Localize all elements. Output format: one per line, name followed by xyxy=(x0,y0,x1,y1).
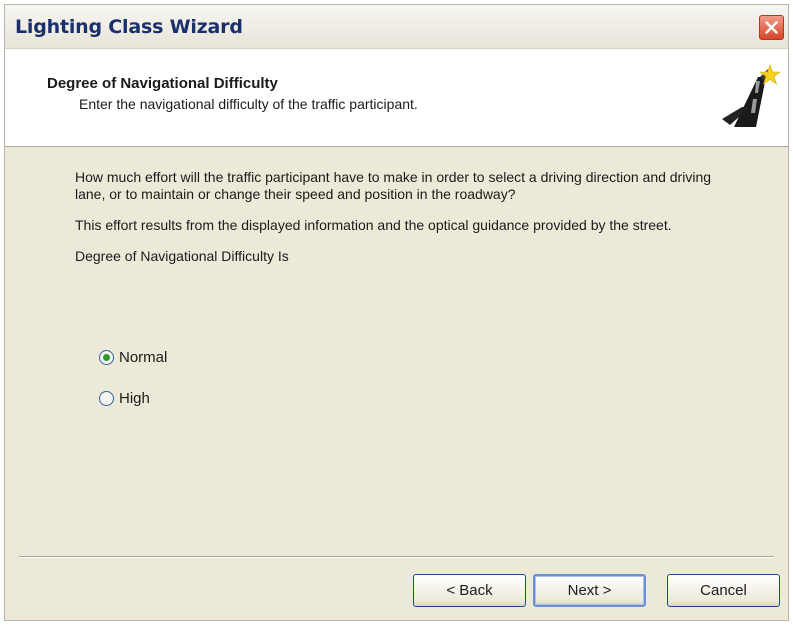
radio-unchecked-icon[interactable] xyxy=(99,391,114,406)
difficulty-group-label: Degree of Navigational Difficulty Is xyxy=(75,248,289,264)
footer-divider xyxy=(19,556,774,558)
road-logo-icon xyxy=(722,64,781,127)
cancel-button[interactable]: Cancel xyxy=(667,574,780,607)
title-bar: Lighting Class Wizard xyxy=(5,5,788,49)
explanation-text: This effort results from the displayed i… xyxy=(75,217,672,233)
radio-checked-icon[interactable] xyxy=(99,350,114,365)
radio-label-high: High xyxy=(119,390,150,407)
back-button[interactable]: < Back xyxy=(413,574,526,607)
window-title: Lighting Class Wizard xyxy=(15,16,243,38)
radio-option-high[interactable]: High xyxy=(99,390,150,407)
next-button[interactable]: Next > xyxy=(533,574,646,607)
close-icon xyxy=(765,21,778,34)
radio-option-normal[interactable]: Normal xyxy=(99,349,167,366)
wizard-header: Degree of Navigational Difficulty Enter … xyxy=(5,49,788,147)
question-text: How much effort will the traffic partici… xyxy=(75,169,712,202)
wizard-window: Lighting Class Wizard Degree of Navigati… xyxy=(4,4,789,621)
page-subtitle: Enter the navigational difficulty of the… xyxy=(79,96,418,112)
page-title: Degree of Navigational Difficulty xyxy=(47,75,278,92)
radio-label-normal: Normal xyxy=(119,349,168,366)
wizard-content: How much effort will the traffic partici… xyxy=(75,169,735,279)
close-button[interactable] xyxy=(759,15,784,40)
